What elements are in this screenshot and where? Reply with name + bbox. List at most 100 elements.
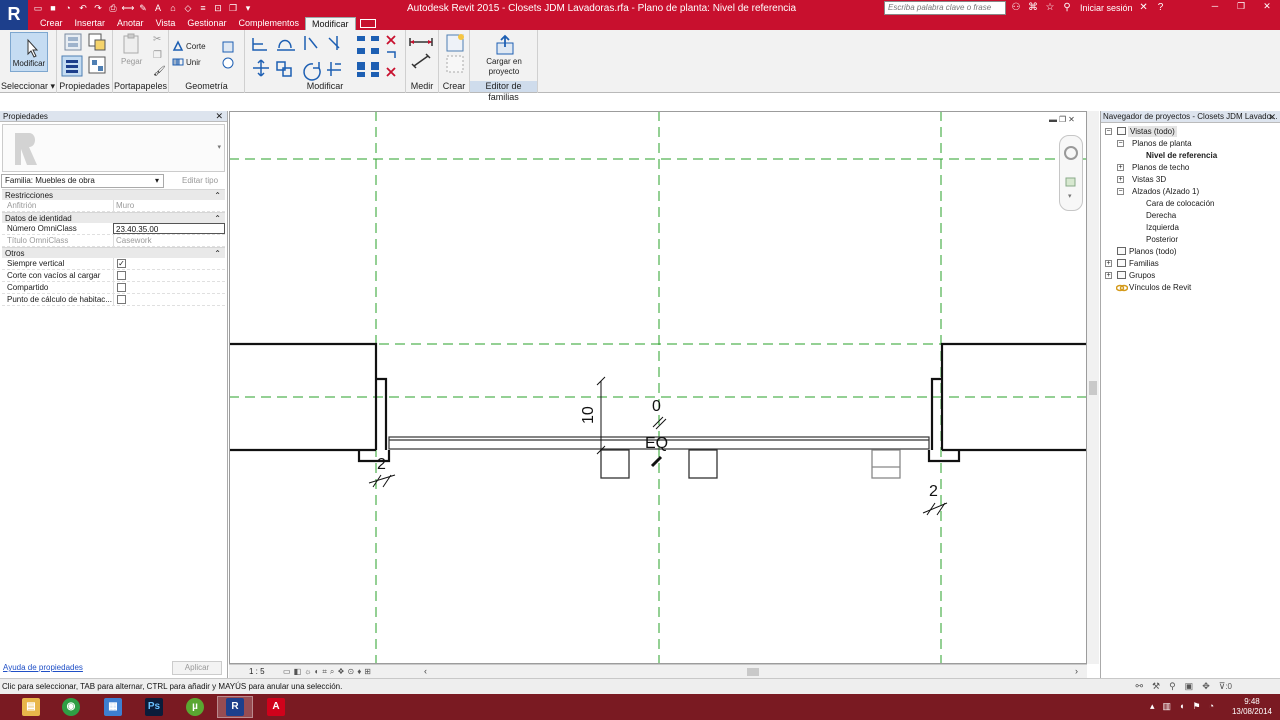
tree-node-planos-techo[interactable]: Planos de techo	[1132, 162, 1189, 173]
taskbar-remote[interactable]: ▦	[95, 696, 131, 718]
measure-icon[interactable]: ⟷	[122, 2, 135, 14]
thin-lines-icon[interactable]: ≡	[197, 2, 209, 14]
tab-complementos[interactable]: Complementos	[232, 17, 305, 30]
tree-node-vistas[interactable]: Vistas (todo)	[1128, 126, 1177, 137]
reveal-hidden-icon[interactable]: ⊙	[347, 667, 354, 677]
taskbar-revit[interactable]: R	[217, 696, 253, 718]
detail-level-icon[interactable]: ▭	[283, 667, 291, 677]
minimize-icon[interactable]: ─	[1202, 0, 1228, 12]
tree-node-alzados[interactable]: Alzados (Alzado 1)	[1132, 186, 1199, 197]
cut-icon[interactable]: ✂	[153, 34, 161, 45]
sync-icon[interactable]: ◔	[62, 2, 74, 14]
switch-windows-icon[interactable]: ❐	[227, 2, 239, 14]
chevron-down-icon[interactable]: ▾	[155, 176, 159, 185]
visual-style-icon[interactable]: ◧	[294, 667, 302, 677]
tree-node-familias[interactable]: Familias	[1129, 258, 1159, 269]
tab-crear[interactable]: Crear	[34, 17, 69, 30]
restore-icon[interactable]: ❐	[1228, 0, 1254, 12]
navigation-bar[interactable]: ▾	[1059, 135, 1083, 211]
tree-node-derecha[interactable]: Derecha	[1146, 210, 1176, 221]
expand-toggle-icon[interactable]: +	[1105, 260, 1112, 267]
undo-icon[interactable]: ↶	[77, 2, 89, 14]
family-types-icon[interactable]	[87, 32, 107, 52]
steering-wheel-icon[interactable]: ▾	[1060, 136, 1084, 212]
paste-icon[interactable]	[121, 33, 141, 55]
taskbar-utorrent[interactable]: µ	[177, 696, 213, 718]
compartido-checkbox[interactable]	[117, 283, 126, 292]
show-crop-icon[interactable]: ⌕	[330, 667, 334, 677]
tree-node-vistas-3d[interactable]: Vistas 3D	[1132, 174, 1166, 185]
user-icon[interactable]: ⚲	[1061, 2, 1073, 14]
exchange-icon[interactable]: ✕	[1138, 2, 1150, 14]
collapse-icon[interactable]: ⌃	[214, 213, 221, 224]
load-into-project-icon[interactable]	[494, 34, 516, 56]
analytical-icon[interactable]: ⊞	[364, 667, 371, 677]
vertical-scrollbar[interactable]	[1087, 111, 1099, 664]
taskbar-autocad[interactable]: A	[258, 696, 294, 718]
expand-toggle-icon[interactable]: +	[1117, 164, 1124, 171]
punto-calculo-checkbox[interactable]	[117, 295, 126, 304]
edit-type-button[interactable]: Editar tipo	[168, 174, 224, 188]
3d-view-icon[interactable]: ⌂	[167, 2, 179, 14]
volume-icon[interactable]: ◖	[1179, 701, 1184, 712]
close-icon[interactable]: ✕	[215, 111, 223, 122]
open-icon[interactable]: ▭	[32, 2, 44, 14]
dimension-icon[interactable]: ✎	[137, 2, 149, 14]
minimize-icon[interactable]: ▬	[1049, 115, 1057, 124]
sun-path-icon[interactable]: ☼	[304, 667, 311, 677]
vertical-scroll-thumb[interactable]	[1089, 381, 1097, 395]
group-identidad[interactable]: Datos de identidad ⌃	[2, 212, 225, 223]
tab-anotar[interactable]: Anotar	[111, 17, 150, 30]
tab-vista[interactable]: Vista	[150, 17, 182, 30]
expand-toggle-icon[interactable]: +	[1117, 176, 1124, 183]
apply-button[interactable]: Aplicar	[172, 661, 222, 675]
star-icon[interactable]: ☆	[1044, 2, 1056, 14]
flag-icon[interactable]: ⚑	[1192, 701, 1200, 712]
tree-node-izquierda[interactable]: Izquierda	[1146, 222, 1179, 233]
group-otros[interactable]: Otros ⌃	[2, 247, 225, 258]
signin-link[interactable]: Iniciar sesión	[1080, 3, 1133, 13]
join-icon[interactable]	[172, 56, 184, 68]
copy-icon[interactable]: ❐	[153, 50, 162, 61]
chevron-down-icon[interactable]: ▾	[217, 143, 221, 151]
section-icon[interactable]: ◇	[182, 2, 194, 14]
scroll-right-icon[interactable]: ›	[1075, 666, 1078, 676]
type-selector-preview[interactable]: ▾	[2, 124, 225, 172]
select-by-face-icon[interactable]: ▣	[1185, 681, 1194, 692]
modify-button[interactable]: Modificar	[10, 32, 48, 72]
join-label[interactable]: Unir	[186, 58, 201, 67]
collapse-icon[interactable]: ⌃	[214, 190, 221, 201]
collapse-icon[interactable]: ⌃	[214, 248, 221, 259]
collapse-toggle-icon[interactable]: −	[1105, 128, 1112, 135]
close-icon[interactable]: ✕	[1268, 111, 1276, 122]
tree-node-nivel-referencia[interactable]: Nivel de referencia	[1146, 150, 1217, 161]
filter-icon[interactable]: ⊽:0	[1219, 681, 1232, 692]
collapse-toggle-icon[interactable]: −	[1117, 188, 1124, 195]
save-icon[interactable]: ■	[47, 2, 59, 14]
subscription-icon[interactable]: ⌘	[1027, 2, 1039, 14]
redo-icon[interactable]: ↷	[92, 2, 104, 14]
match-properties-icon[interactable]: 🖌	[153, 66, 166, 77]
omniclass-number-field[interactable]: 23.40.35.00	[113, 223, 225, 234]
family-category-icon[interactable]	[87, 55, 107, 75]
drag-elements-icon[interactable]: ✥	[1202, 681, 1210, 692]
corte-vacios-checkbox[interactable]	[117, 271, 126, 280]
create-tools-icon[interactable]	[439, 30, 470, 80]
properties-palette-icon[interactable]	[61, 55, 83, 77]
select-underlay-icon[interactable]: ⚒	[1152, 681, 1160, 692]
load-into-project-line2[interactable]: proyecto	[470, 67, 538, 76]
wall-join-icon[interactable]	[221, 40, 235, 54]
panel-label-seleccionar[interactable]: Seleccionar ▾	[0, 81, 56, 92]
network-icon[interactable]: ▥	[1163, 701, 1172, 712]
wifi-icon[interactable]: ◔	[1209, 701, 1214, 712]
scroll-left-icon[interactable]: ‹	[424, 666, 427, 676]
tab-modificar[interactable]: Modificar	[304, 17, 356, 30]
cope-label[interactable]: Corte	[186, 42, 206, 51]
view-scale[interactable]: 1 : 5	[249, 667, 265, 676]
revit-logo-icon[interactable]: R	[0, 0, 28, 30]
restore-icon[interactable]: ❐	[1059, 115, 1066, 124]
split-face-icon[interactable]	[221, 56, 235, 70]
type-properties-icon[interactable]	[63, 32, 83, 52]
collapse-toggle-icon[interactable]: −	[1117, 140, 1124, 147]
close-icon[interactable]: ✕	[1068, 115, 1075, 124]
